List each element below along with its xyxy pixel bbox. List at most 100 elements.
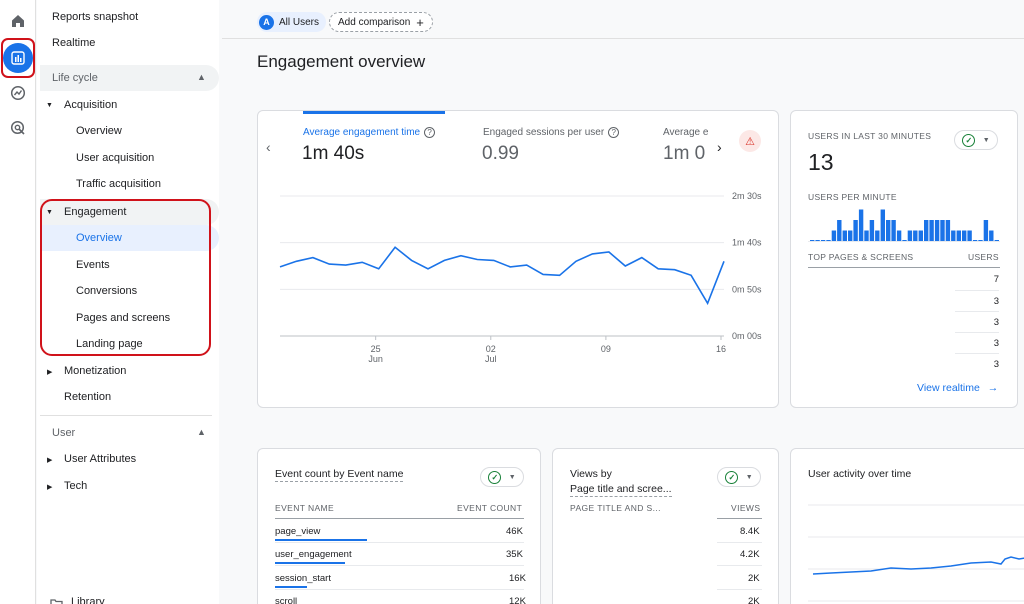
engagement-card: ‹ Average engagement time ? 1m 40s Engag…	[257, 110, 779, 408]
per-minute-bar	[869, 220, 875, 241]
realtime-card: USERS IN LAST 30 MINUTES ✓ ▼ 13 USERS PE…	[790, 110, 1018, 408]
event-name-cell[interactable]: page_view	[275, 526, 320, 537]
table-row: 3	[955, 290, 999, 311]
sidebar-item-traffic-acquisition[interactable]: Traffic acquisition	[76, 172, 161, 196]
sidebar-item-monetization[interactable]: Monetization	[64, 359, 126, 383]
per-minute-bar	[951, 230, 956, 241]
per-minute-bar	[875, 230, 880, 241]
sidebar-item-user-attributes[interactable]: User Attributes	[64, 447, 136, 471]
event-name-cell[interactable]: session_start	[275, 573, 331, 584]
divider	[275, 542, 524, 543]
per-minute-bar	[983, 220, 989, 241]
sidebar-item-library[interactable]: Library	[71, 590, 105, 604]
advertising-icon[interactable]	[6, 116, 30, 140]
add-comparison-label: Add comparison	[338, 16, 411, 28]
divider	[717, 565, 762, 566]
view-realtime-link[interactable]: View realtime →	[917, 382, 998, 394]
series-line	[279, 246, 725, 306]
per-minute-bar	[956, 230, 961, 241]
event-card-title[interactable]: Event count by Event name	[275, 468, 404, 482]
per-minute-bar	[864, 230, 869, 241]
sidebar-item-user-acquisition[interactable]: User acquisition	[76, 146, 154, 170]
y-tick-label: 0m 50s	[732, 284, 762, 294]
y-tick-label: 0m 00s	[732, 331, 762, 341]
sidebar-item-acquisition[interactable]: Acquisition	[64, 93, 117, 117]
explore-icon[interactable]	[6, 81, 30, 105]
per-minute-bar	[837, 220, 842, 241]
dropdown-arrow-icon: ▼	[508, 473, 516, 481]
users-per-minute-bars	[810, 209, 999, 241]
all-users-chip[interactable]: A All Users	[257, 12, 327, 32]
collapse-caret-icon[interactable]: ▶	[47, 456, 52, 464]
per-minute-bar	[929, 220, 934, 241]
event-count-card: Event count by Event name ✓ ▼ EVENT NAME…	[257, 448, 541, 604]
per-minute-bar	[886, 220, 891, 241]
divider	[275, 518, 524, 519]
realtime-title: USERS IN LAST 30 MINUTES	[808, 131, 932, 141]
divider	[717, 518, 762, 519]
divider	[275, 589, 524, 590]
plus-icon: +	[416, 14, 424, 30]
user-activity-chart	[808, 504, 1024, 602]
x-tick-label: 25	[371, 344, 381, 354]
card-options-dropdown[interactable]: ✓ ▼	[954, 130, 998, 150]
sidebar-item-tech[interactable]: Tech	[64, 474, 87, 498]
sidebar: Reports snapshot Realtime Life cycle ▲ ▼…	[37, 0, 219, 604]
table-row: 3	[955, 311, 999, 332]
views-cell: 8.4K	[740, 526, 760, 537]
views-by-page-card: Views by Page title and scree... ✓ ▼ PAG…	[552, 448, 779, 604]
per-minute-bar	[842, 230, 847, 241]
sidebar-item-acq-overview[interactable]: Overview	[76, 119, 122, 143]
divider	[808, 267, 1000, 268]
event-share-bar	[275, 539, 367, 541]
collapse-caret-icon[interactable]: ▶	[47, 368, 52, 376]
user-activity-card: User activity over time	[790, 448, 1024, 604]
per-minute-bar	[880, 209, 885, 241]
dropdown-arrow-icon: ▼	[745, 473, 753, 481]
card-options-dropdown[interactable]: ✓ ▼	[480, 467, 524, 487]
views-card-title-line1: Views by	[570, 468, 612, 480]
realtime-user-count: 13	[808, 149, 834, 175]
table-row: 3	[955, 353, 999, 374]
home-icon[interactable]	[6, 9, 30, 33]
users-column-label: USERS	[968, 252, 999, 262]
x-tick-month-label: Jun	[368, 354, 383, 364]
check-icon: ✓	[488, 470, 502, 484]
view-realtime-label: View realtime	[917, 382, 980, 394]
event-name-cell[interactable]: scroll	[275, 596, 297, 604]
user-section-label[interactable]: User	[52, 421, 75, 445]
dropdown-arrow-icon: ▼	[982, 136, 990, 144]
highlight-box	[40, 199, 211, 356]
views-cell: 4.2K	[740, 549, 760, 560]
collapse-caret-icon[interactable]: ▶	[47, 483, 52, 491]
event-name-column: EVENT NAME	[275, 503, 335, 513]
table-row: 3	[955, 332, 999, 353]
per-minute-bar	[831, 230, 837, 241]
sidebar-item-retention[interactable]: Retention	[64, 385, 111, 409]
card-options-dropdown[interactable]: ✓ ▼	[717, 467, 761, 487]
page-title: Engagement overview	[257, 52, 426, 71]
engagement-line-chart: 2m 30s 1m 40s 0m 50s 0m 00s 25Jun 02Jul 09 16	[279, 191, 762, 364]
table-row: 7	[993, 274, 999, 285]
views-column: VIEWS	[731, 503, 761, 513]
event-name-cell[interactable]: user_engagement	[275, 549, 352, 560]
per-minute-bar	[848, 230, 853, 241]
per-minute-bar	[918, 230, 923, 241]
views-card-title-line2[interactable]: Page title and scree...	[570, 483, 672, 497]
event-count-cell: 12K	[509, 596, 526, 604]
add-comparison-button[interactable]: Add comparison +	[329, 12, 433, 32]
divider	[275, 565, 524, 566]
header-divider	[222, 38, 1024, 39]
per-minute-bar	[989, 230, 994, 241]
icon-rail	[0, 0, 36, 604]
event-count-column: EVENT COUNT	[457, 503, 523, 513]
views-cell: 2K	[748, 596, 760, 604]
folder-icon	[50, 596, 63, 604]
sidebar-item-reports-snapshot[interactable]: Reports snapshot	[52, 5, 138, 29]
chevron-up-icon[interactable]: ▲	[197, 427, 206, 437]
chevron-up-icon[interactable]: ▲	[197, 72, 206, 82]
expand-caret-icon[interactable]: ▼	[46, 102, 53, 109]
lifecycle-label: Life cycle	[52, 72, 98, 84]
views-cell: 2K	[748, 573, 760, 584]
sidebar-item-realtime[interactable]: Realtime	[52, 31, 95, 55]
